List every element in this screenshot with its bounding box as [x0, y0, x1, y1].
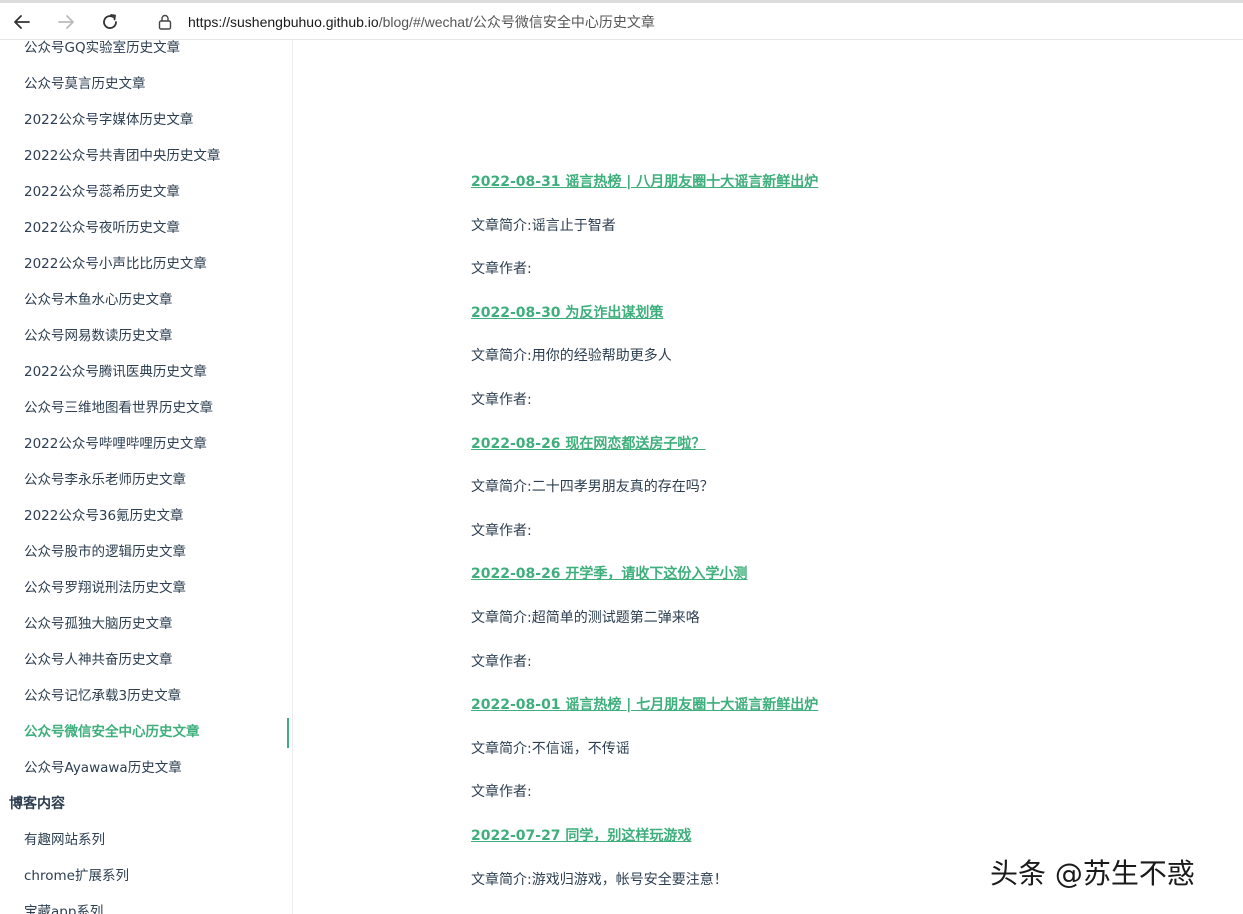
sidebar-item[interactable]: 公众号股市的逻辑历史文章 [0, 534, 292, 570]
arrow-right-icon [58, 15, 74, 29]
article-summary: 文章简介:用你的经验帮助更多人 [471, 348, 672, 364]
url-host: https://sushengbuhuo.github.io [188, 14, 379, 30]
article-author: 文章作者: [471, 784, 532, 800]
sidebar-item[interactable]: 公众号Ayawawa历史文章 [0, 750, 292, 786]
article-title-link[interactable]: 2022-08-30 为反诈出谋划策 [471, 302, 663, 322]
article-summary: 文章简介:谣言止于智者 [471, 218, 616, 234]
sidebar-item[interactable]: 公众号莫言历史文章 [0, 66, 292, 102]
sidebar-item[interactable]: 公众号罗翔说刑法历史文章 [0, 570, 292, 606]
sidebar-item[interactable]: 公众号人神共奋历史文章 [0, 642, 292, 678]
sidebar-item[interactable]: 2022公众号腾讯医典历史文章 [0, 354, 292, 390]
article-title-link[interactable]: 2022-07-27 同学，别这样玩游戏 [471, 825, 691, 845]
sidebar-item-active[interactable]: 公众号微信安全中心历史文章 [0, 714, 292, 750]
article-title-link[interactable]: 2022-08-26 现在网恋都送房子啦？ [471, 433, 705, 453]
sidebar-item[interactable]: 宝藏app系列 [0, 894, 292, 914]
forward-button[interactable] [52, 8, 80, 36]
browser-toolbar: https://sushengbuhuo.github.io/blog/#/we… [0, 0, 1243, 40]
sidebar-item[interactable]: 公众号木鱼水心历史文章 [0, 282, 292, 318]
watermark-text: 头条 @苏生不惑 [990, 857, 1195, 890]
article-author: 文章作者: [471, 392, 532, 408]
article-author: 文章作者: [471, 261, 532, 277]
sidebar-item[interactable]: 公众号记忆承载3历史文章 [0, 678, 292, 714]
article-author: 文章作者: [471, 523, 532, 539]
sidebar-item[interactable]: 有趣网站系列 [0, 822, 292, 858]
sidebar-item[interactable]: 公众号三维地图看世界历史文章 [0, 390, 292, 426]
article-summary: 文章简介:不信谣，不传谣 [471, 741, 630, 757]
sidebar-item[interactable]: 公众号孤独大脑历史文章 [0, 606, 292, 642]
article-title-link[interactable]: 2022-08-31 谣言热榜 | 八月朋友圈十大谣言新鲜出炉 [471, 171, 818, 191]
url-path: /blog/#/wechat/公众号微信安全中心历史文章 [378, 14, 655, 30]
sidebar-item[interactable]: chrome扩展系列 [0, 858, 292, 894]
sidebar-item[interactable]: 2022公众号共青团中央历史文章 [0, 138, 292, 174]
sidebar-item[interactable]: 2022公众号哔哩哔哩历史文章 [0, 426, 292, 462]
sidebar-item[interactable]: 公众号李永乐老师历史文章 [0, 462, 292, 498]
sidebar-item[interactable]: 公众号网易数读历史文章 [0, 318, 292, 354]
sidebar-item[interactable]: 2022公众号小声比比历史文章 [0, 246, 292, 282]
sidebar-item[interactable]: 2022公众号字媒体历史文章 [0, 102, 292, 138]
sidebar-item[interactable]: 2022公众号36氪历史文章 [0, 498, 292, 534]
arrow-left-icon [14, 15, 30, 29]
reload-icon [103, 14, 117, 29]
article-title-link[interactable]: 2022-08-26 开学季，请收下这份入学小测 [471, 563, 747, 583]
url-text: https://sushengbuhuo.github.io/blog/#/we… [188, 12, 655, 32]
sidebar: 公众号GQ实验室历史文章 公众号莫言历史文章 2022公众号字媒体历史文章 20… [0, 40, 293, 914]
reload-button[interactable] [96, 8, 124, 36]
article-title-link[interactable]: 2022-08-01 谣言热榜 | 七月朋友圈十大谣言新鲜出炉 [471, 694, 818, 714]
sidebar-item[interactable]: 2022公众号夜听历史文章 [0, 210, 292, 246]
article-summary: 文章简介:超简单的测试题第二弹来咯 [471, 610, 700, 626]
sidebar-list: 公众号GQ实验室历史文章 公众号莫言历史文章 2022公众号字媒体历史文章 20… [0, 40, 292, 914]
article-author: 文章作者: [471, 654, 532, 670]
address-bar[interactable]: https://sushengbuhuo.github.io/blog/#/we… [152, 8, 1232, 36]
sidebar-item[interactable]: 公众号GQ实验室历史文章 [0, 40, 292, 66]
article-summary: 文章简介:游戏归游戏，帐号安全要注意！ [471, 872, 728, 888]
lock-icon [158, 14, 172, 30]
sidebar-group-title[interactable]: 博客内容 [0, 786, 292, 822]
article-summary: 文章简介:二十四孝男朋友真的存在吗？ [471, 479, 714, 495]
sidebar-item[interactable]: 2022公众号蕊希历史文章 [0, 174, 292, 210]
back-button[interactable] [8, 8, 36, 36]
